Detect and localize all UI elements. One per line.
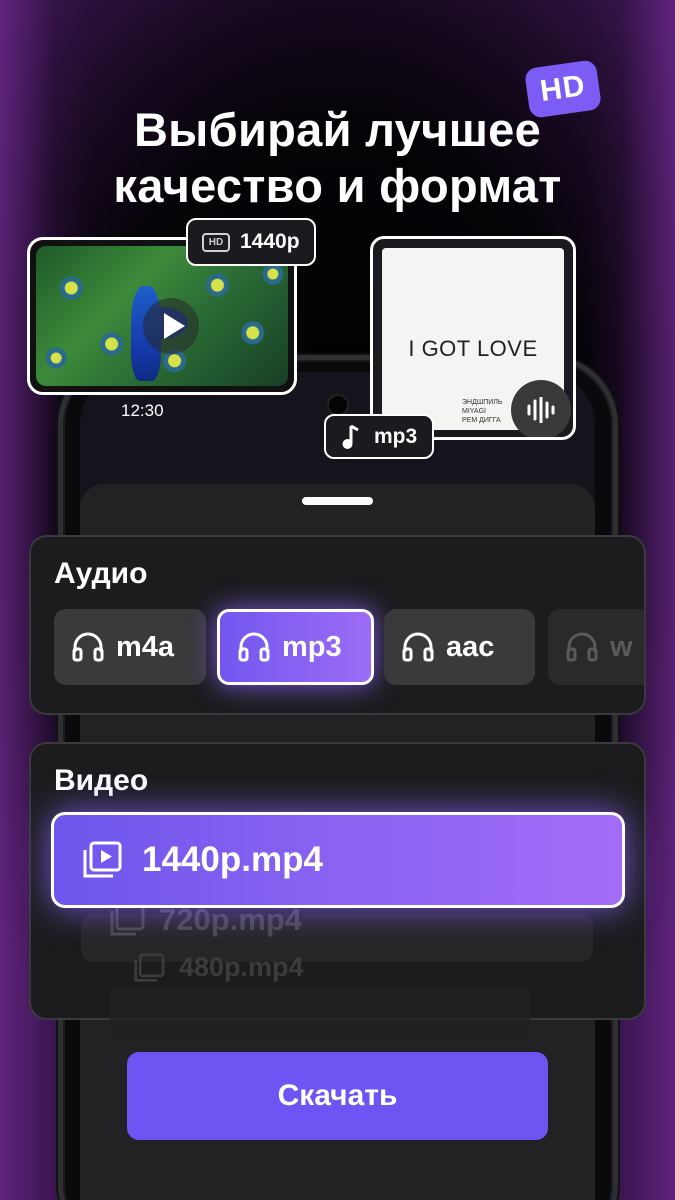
audio-wave-icon[interactable] <box>511 380 571 437</box>
video-option-label: 480p.mp4 <box>179 952 304 982</box>
camera-icon <box>327 394 349 416</box>
audio-format-label: mp3 <box>282 630 342 663</box>
hd-icon: HD <box>202 232 230 252</box>
video-option-row[interactable] <box>110 986 530 1046</box>
audio-format-w[interactable]: w <box>548 609 644 685</box>
video-section: Видео 720p.mp4 480p.mp4 1440p.mp4 <box>29 742 646 1046</box>
audio-format-m4a[interactable]: m4a <box>54 609 206 685</box>
hd-badge: HD <box>523 59 603 119</box>
audio-format-aac[interactable]: aac <box>384 609 535 685</box>
headphones-icon <box>238 632 270 662</box>
credit-line: MIYAGI <box>462 408 486 415</box>
video-selected-label: 1440p.mp4 <box>142 840 323 879</box>
play-icon[interactable] <box>143 298 199 354</box>
sheet-drag-handle[interactable] <box>302 497 373 505</box>
video-option-selected[interactable]: 1440p.mp4 <box>51 812 625 908</box>
format-badge: mp3 <box>324 414 434 459</box>
album-preview-card: I GOT LOVE ЭНДШПИЛЬ MIYAGI РЕМ ДИГГА <box>370 236 576 440</box>
album-credits: ЭНДШПИЛЬ MIYAGI РЕМ ДИГГА <box>462 398 503 425</box>
promo-headline: Выбирай лучшее качество и формат <box>0 102 675 214</box>
album-cover: I GOT LOVE ЭНДШПИЛЬ MIYAGI РЕМ ДИГГА <box>382 248 571 437</box>
video-library-icon <box>110 903 145 936</box>
music-note-icon <box>342 424 359 449</box>
format-label: mp3 <box>374 424 418 448</box>
credit-line: ЭНДШПИЛЬ <box>462 399 503 406</box>
video-option-480p[interactable]: 480p.mp4 <box>133 952 304 983</box>
album-title: I GOT LOVE <box>408 336 538 361</box>
headline-line-2: качество и формат <box>113 159 562 212</box>
resolution-badge: HD 1440p <box>186 218 316 266</box>
video-library-icon <box>83 841 122 878</box>
headphones-icon <box>566 632 598 662</box>
video-thumbnail <box>36 246 288 386</box>
audio-format-label: aac <box>446 630 495 663</box>
credit-line: РЕМ ДИГГА <box>462 417 501 424</box>
audio-section: Аудио m4a mp3 aac w <box>29 535 646 715</box>
download-button[interactable]: Скачать <box>127 1052 548 1140</box>
resolution-label: 1440p <box>240 230 300 253</box>
headphones-icon <box>72 632 104 662</box>
status-time: 12:30 <box>121 401 164 420</box>
video-library-icon <box>134 952 165 982</box>
audio-section-title: Аудио <box>54 557 148 590</box>
audio-format-label: m4a <box>116 630 175 663</box>
audio-format-label: w <box>610 630 633 663</box>
audio-format-mp3[interactable]: mp3 <box>217 609 374 685</box>
video-section-title: Видео <box>54 764 149 797</box>
headphones-icon <box>402 632 434 662</box>
